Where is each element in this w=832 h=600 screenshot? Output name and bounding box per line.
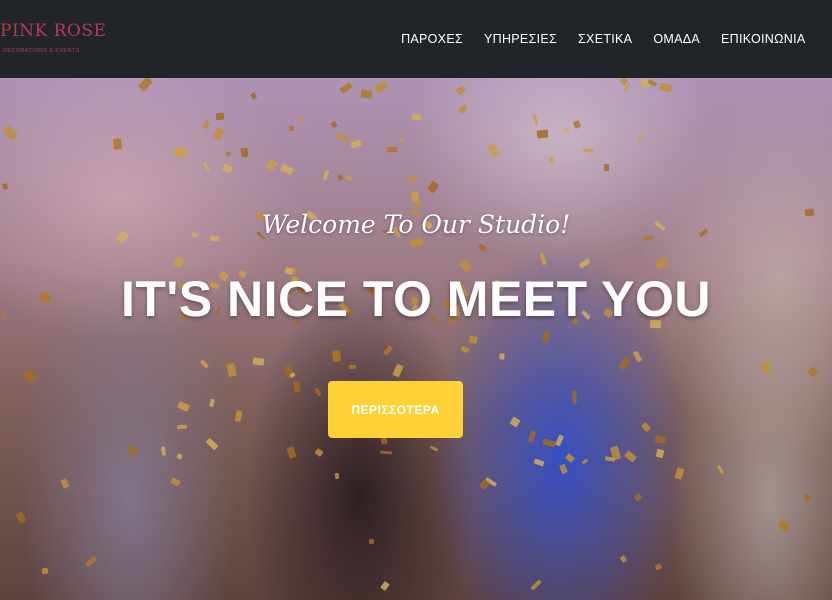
hero-section: Welcome To Our Studio! IT'S NICE TO MEET… — [0, 78, 832, 600]
nav-item-services[interactable]: ΠΑΡΟΧΕΣ — [391, 26, 474, 52]
brand-tagline: DECORATIONS & EVENTS — [3, 48, 80, 54]
hero-subheading: Welcome To Our Studio! — [261, 210, 571, 239]
hero-content: Welcome To Our Studio! IT'S NICE TO MEET… — [0, 78, 832, 600]
brand-name: PINK ROSE — [0, 21, 107, 41]
nav-menu: ΠΑΡΟΧΕΣ ΥΠΗΡΕΣΙΕΣ ΣΧΕΤΙΚΑ ΟΜΑΔΑ ΕΠΙΚΟΙΝΩ… — [391, 26, 816, 52]
nav-item-contact[interactable]: ΕΠΙΚΟΙΝΩΝΙΑ — [711, 26, 817, 52]
brand-logo[interactable]: PINK ROSE DECORATIONS & EVENTS — [0, 9, 106, 65]
more-button[interactable]: ΠΕΡΙΣΣΟΤΕΡΑ — [328, 381, 463, 438]
navbar: PINK ROSE DECORATIONS & EVENTS ΠΑΡΟΧΕΣ Υ… — [0, 0, 832, 78]
hero-heading: IT'S NICE TO MEET YOU — [120, 271, 712, 327]
nav-item-offerings[interactable]: ΥΠΗΡΕΣΙΕΣ — [474, 26, 568, 52]
nav-item-team[interactable]: ΟΜΑΔΑ — [643, 26, 711, 52]
nav-item-about[interactable]: ΣΧΕΤΙΚΑ — [568, 26, 643, 52]
